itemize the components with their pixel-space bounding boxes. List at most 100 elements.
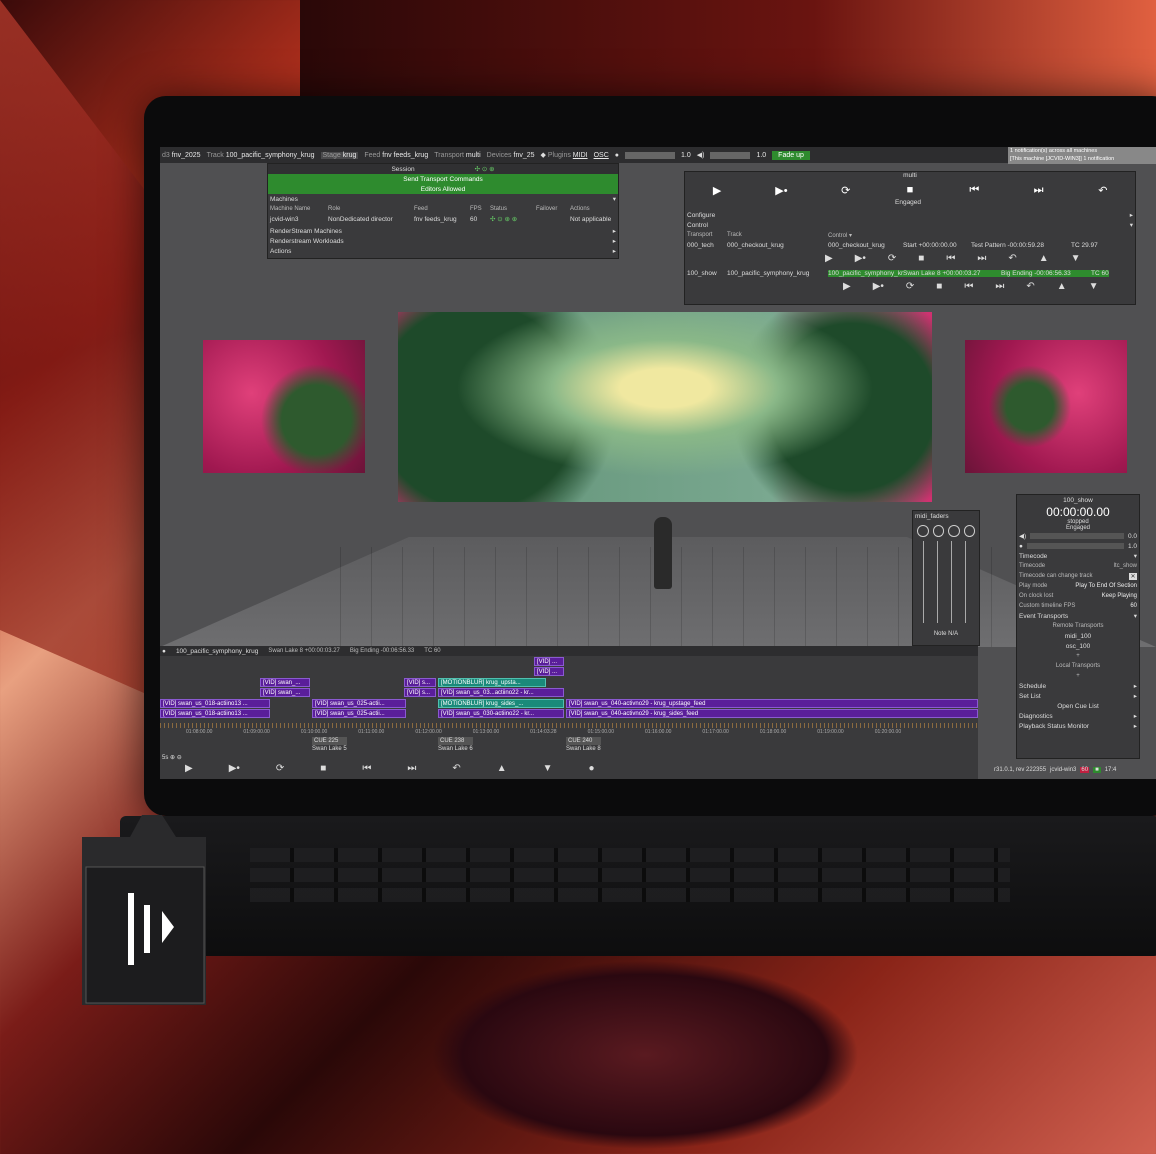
return-icon[interactable]: ↶ <box>1008 253 1016 264</box>
clip[interactable]: [VID] swan_... <box>260 678 310 687</box>
play-icon[interactable]: ▶ <box>843 281 851 292</box>
diagnostics-item[interactable]: Diagnostics ▸ <box>1017 711 1139 721</box>
clip[interactable]: [VID] swan_us_018-actiino13 ... <box>160 709 270 718</box>
set-list-item[interactable]: Set List ▸ <box>1017 691 1139 701</box>
machine-row[interactable]: jcvid-win3 NonDedicated director fnv feeds… <box>268 214 618 224</box>
editors-allowed-toggle[interactable]: Editors Allowed <box>268 184 618 194</box>
play-icon[interactable]: ▶ <box>185 763 193 774</box>
clock-lost-row[interactable]: On clock lost Keep Playing <box>1017 591 1139 601</box>
menu-devices[interactable]: Devices fnv_25 <box>487 152 535 159</box>
clip[interactable]: [VID] swan_us_018-actiino13 ... <box>160 699 270 708</box>
stop-icon[interactable]: ■ <box>936 281 942 292</box>
menu-track[interactable]: Track 100_pacific_symphony_krug <box>207 152 315 159</box>
down-icon[interactable]: ▼ <box>543 763 553 774</box>
down-icon[interactable]: ▼ <box>1071 253 1081 264</box>
brightness-icon[interactable]: ● <box>1019 543 1023 550</box>
volume-icon[interactable]: ◀) <box>697 151 705 159</box>
add-icon[interactable]: + <box>1017 671 1139 681</box>
clip[interactable]: [VID] ... <box>534 657 564 666</box>
transport-row-show[interactable]: 100_show 100_pacific_symphony_krug 100_pac… <box>685 268 1135 278</box>
fade-up-button[interactable]: Fade up <box>772 150 810 160</box>
menu-plugins[interactable]: ◆ Plugins MIDI <box>541 151 588 159</box>
notification-banner[interactable]: 1 notification(s) across all machines [T… <box>1008 147 1156 164</box>
stop-icon[interactable]: ■ <box>320 763 326 774</box>
clip[interactable]: [MOTIONBLUR] krug_sides_... <box>438 699 564 708</box>
play-icon[interactable]: ▶ <box>825 253 833 264</box>
clip[interactable]: [VID] swan_us_025-actii... <box>312 709 406 718</box>
zoom-out-icon[interactable]: ⊖ <box>177 755 182 761</box>
cue-marker[interactable]: CUE 225 Swan Lake 5 <box>312 737 347 753</box>
fader-1[interactable] <box>923 541 924 623</box>
event-transports-section[interactable]: Event Transports ▾ <box>1017 611 1139 621</box>
open-cue-list-button[interactable]: Open Cue List <box>1017 701 1139 711</box>
previous-icon[interactable]: ⏮ <box>959 184 989 197</box>
loop-play-icon[interactable]: ⟳ <box>888 253 896 264</box>
previous-icon[interactable]: ⏮ <box>964 281 973 292</box>
next-icon[interactable]: ⏭ <box>995 281 1004 292</box>
play-to-end-icon[interactable]: ▶• <box>766 184 796 197</box>
master-slider-1[interactable] <box>624 151 675 159</box>
return-icon[interactable]: ↶ <box>452 763 460 774</box>
play-to-end-icon[interactable]: ▶• <box>229 763 240 774</box>
cue-marker[interactable]: CUE 238 Swan Lake 6 <box>438 737 473 753</box>
fader-knob-1[interactable] <box>917 525 929 537</box>
up-icon[interactable]: ▲ <box>1039 253 1049 264</box>
timeline-ruler[interactable]: 01:08:00.00 01:09:00.00 01:10:00.00 01:11:0… <box>160 723 978 737</box>
down-icon[interactable]: ▼ <box>1089 281 1099 292</box>
fader-2[interactable] <box>937 541 938 623</box>
playback-status-monitor-item[interactable]: Playback Status Monitor ▸ <box>1017 721 1139 731</box>
clip[interactable]: [VID] ... <box>534 667 564 676</box>
renderstream-workloads-item[interactable]: Renderstream Workloads ▸ <box>268 236 618 246</box>
clip[interactable]: [VID] swan_us_025-actii... <box>312 699 406 708</box>
clip[interactable]: [VID] swan_... <box>260 688 310 697</box>
volume-icon[interactable]: ◀) <box>1019 532 1026 540</box>
timecode-row[interactable]: Timecode ltc_show <box>1017 561 1139 571</box>
zoom-in-icon[interactable]: ⊕ <box>170 755 175 761</box>
brightness-slider[interactable] <box>1026 543 1124 549</box>
osc-100-item[interactable]: osc_100 <box>1017 641 1139 651</box>
clip[interactable]: [VID] swan_us_040-activno29 - krug_upsta… <box>566 699 978 708</box>
return-icon[interactable]: ↶ <box>1088 184 1118 197</box>
clip[interactable]: [VID] s... <box>404 688 436 697</box>
midi-100-item[interactable]: midi_100 <box>1017 631 1139 641</box>
previous-icon[interactable]: ⏮ <box>946 253 955 264</box>
schedule-item[interactable]: Schedule ▸ <box>1017 681 1139 691</box>
loop-play-icon[interactable]: ⟳ <box>831 184 861 197</box>
play-icon[interactable]: ▶ <box>702 184 732 197</box>
next-icon[interactable]: ⏭ <box>1024 184 1054 197</box>
actions-item[interactable]: Actions ▸ <box>268 246 618 256</box>
clip[interactable]: [VID] swan_us_040-activno29 - krug_sides… <box>566 709 978 718</box>
timecode-section[interactable]: Timecode ▾ <box>1017 551 1139 561</box>
cue-marker[interactable]: CUE 240 Swan Lake 8 <box>566 737 601 753</box>
next-icon[interactable]: ⏭ <box>977 253 986 264</box>
send-transport-commands-toggle[interactable]: Send Transport Commands <box>268 174 618 184</box>
machines-section[interactable]: Machines ▾ <box>268 194 618 204</box>
configure-section[interactable]: Configure ▸ <box>685 210 1135 220</box>
clip[interactable]: [VID] s... <box>404 678 436 687</box>
loop-play-icon[interactable]: ⟳ <box>906 281 914 292</box>
menu-feed[interactable]: Feed fnv feeds_krug <box>364 152 428 159</box>
record-icon[interactable]: ● <box>589 763 595 774</box>
renderstream-machines-item[interactable]: RenderStream Machines ▸ <box>268 226 618 236</box>
fader-knob-4[interactable] <box>963 525 975 537</box>
clip[interactable]: [MOTIONBLUR] krug_upsta... <box>438 678 546 687</box>
stop-icon[interactable]: ■ <box>918 253 924 264</box>
stop-icon[interactable]: ■ <box>895 184 925 196</box>
control-section[interactable]: Control ▾ <box>685 220 1135 230</box>
record-icon[interactable]: ● <box>162 648 166 655</box>
volume-slider[interactable] <box>1030 533 1124 539</box>
clip[interactable]: [VID] swan_us_030-actiino22 - kr... <box>438 709 564 718</box>
fader-3[interactable] <box>951 541 952 623</box>
loop-play-icon[interactable]: ⟳ <box>276 763 284 774</box>
return-icon[interactable]: ↶ <box>1026 281 1034 292</box>
clip[interactable]: [VID] swan_us_03...actiino22 - kr... <box>438 688 564 697</box>
menu-transport[interactable]: Transport multi <box>434 152 480 159</box>
transport-row-tech[interactable]: 000_tech 000_checkout_krug 000_checkout_kr… <box>685 240 1135 250</box>
previous-icon[interactable]: ⏮ <box>362 763 371 774</box>
master-slider-2[interactable] <box>710 151 751 159</box>
menu-osc[interactable]: OSC <box>594 152 609 159</box>
up-icon[interactable]: ▲ <box>497 763 507 774</box>
timecode-change-track-row[interactable]: Timecode can change track ✕ <box>1017 571 1139 581</box>
fader-knob-3[interactable] <box>948 525 960 537</box>
play-mode-row[interactable]: Play mode Play To End Of Section <box>1017 581 1139 591</box>
